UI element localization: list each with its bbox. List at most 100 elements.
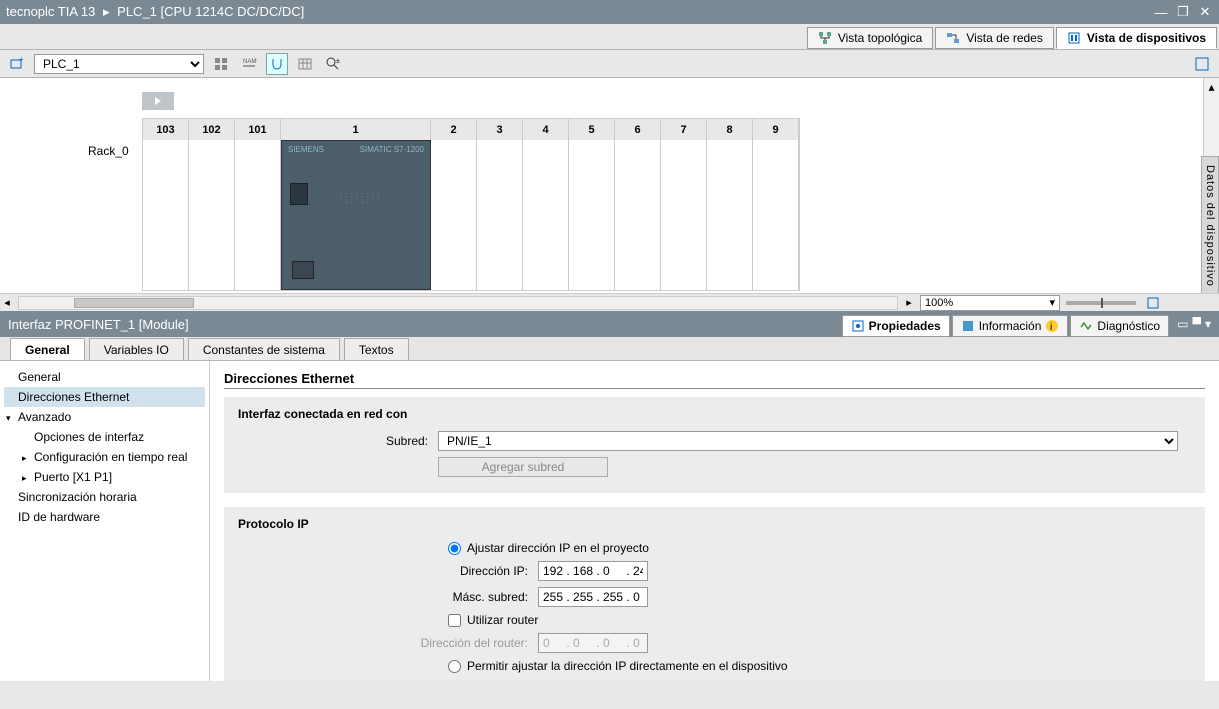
properties-header: Interfaz PROFINET_1 [Module] Propiedades…: [0, 311, 1219, 337]
subnet-mask-input[interactable]: [538, 587, 648, 607]
properties-title: Interfaz PROFINET_1 [Module]: [8, 317, 842, 332]
radio-input[interactable]: [448, 660, 461, 673]
group-title: Protocolo IP: [238, 517, 1191, 531]
topology-icon: [818, 31, 832, 45]
group-title: Interfaz conectada en red con: [238, 407, 1191, 421]
add-module-button[interactable]: +: [6, 53, 28, 75]
svg-text:+: +: [19, 56, 24, 64]
maximize-icon[interactable]: ❐: [1175, 5, 1191, 19]
ip-label: Dirección IP:: [288, 564, 538, 578]
name-icon: NAME: [241, 56, 257, 72]
subnet-select[interactable]: PN/IE_1: [438, 431, 1178, 451]
slot[interactable]: [189, 140, 235, 290]
tab-properties[interactable]: Propiedades: [842, 315, 950, 337]
slot-header: 8: [707, 119, 753, 141]
scroll-left-icon[interactable]: ◂: [0, 296, 14, 309]
tab-diagnostics[interactable]: Diagnóstico: [1070, 315, 1169, 337]
scroll-right-icon[interactable]: ▸: [902, 296, 916, 309]
zoom-slider[interactable]: [1066, 301, 1136, 305]
diagnostics-icon: [1079, 319, 1093, 333]
nav-hw-id[interactable]: ID de hardware: [4, 507, 205, 527]
cpu-brand: SIEMENS: [288, 145, 324, 161]
slot[interactable]: [143, 140, 189, 290]
slot-header: 3: [477, 119, 523, 141]
view-tab-bar: Vista topológica Vista de redes Vista de…: [0, 24, 1219, 50]
minimize-icon[interactable]: —: [1153, 5, 1169, 19]
subnet-label: Subred:: [238, 434, 438, 448]
panel-min-icon[interactable]: ▭: [1177, 317, 1188, 331]
horizontal-scrollbar[interactable]: [18, 296, 898, 310]
side-tab-device-data[interactable]: Datos del dispositivo: [1201, 156, 1219, 293]
panel-max-icon[interactable]: ▀: [1192, 317, 1201, 331]
nav-rt-config[interactable]: Configuración en tiempo real: [20, 447, 205, 467]
tab-label: Vista topológica: [838, 31, 923, 45]
device-view-canvas[interactable]: 103 102 101 1 2 3 4 5 6 7 8 9 Rack_0 SIE…: [0, 78, 1219, 293]
add-subnet-button[interactable]: Agregar subred: [438, 457, 608, 477]
table-icon: [297, 56, 313, 72]
ethernet-port-icon[interactable]: [292, 261, 314, 279]
radio-label: Ajustar dirección IP en el proyecto: [467, 541, 649, 555]
slot[interactable]: [431, 140, 477, 290]
nav-time-sync[interactable]: Sincronización horaria: [4, 487, 205, 507]
radio-input[interactable]: [448, 542, 461, 555]
tab-network[interactable]: Vista de redes: [935, 27, 1054, 49]
slot[interactable]: [523, 140, 569, 290]
rack-expand-button[interactable]: [142, 92, 174, 110]
group-subnet: Interfaz conectada en red con Subred: PN…: [224, 397, 1205, 493]
table-button[interactable]: [294, 53, 316, 75]
section-title: Direcciones Ethernet: [224, 371, 1205, 389]
cpu-display: [290, 183, 308, 205]
tab-device-view[interactable]: Vista de dispositivos: [1056, 27, 1217, 49]
panel-dock-icon[interactable]: ▾: [1205, 317, 1211, 331]
toggle-view-button[interactable]: [210, 53, 232, 75]
subtab-io-vars[interactable]: Variables IO: [89, 338, 184, 360]
properties-nav-tree: General Direcciones Ethernet Avanzado Op…: [0, 361, 210, 681]
checkbox-input[interactable]: [448, 614, 461, 627]
slot-header: 6: [615, 119, 661, 141]
subtab-texts[interactable]: Textos: [344, 338, 409, 360]
router-label: Dirección del router:: [288, 636, 538, 650]
nav-ethernet[interactable]: Direcciones Ethernet: [4, 387, 205, 407]
device-status-bar: ◂ ▸ 100%▾: [0, 293, 1219, 311]
nav-port[interactable]: Puerto [X1 P1]: [20, 467, 205, 487]
slot[interactable]: [235, 140, 281, 290]
slot-header: 103: [143, 119, 189, 141]
nav-iface-opts[interactable]: Opciones de interfaz: [20, 427, 205, 447]
nav-advanced[interactable]: Avanzado: [4, 407, 205, 427]
project-name: tecnoplc TIA 13: [6, 4, 95, 19]
nav-general[interactable]: General: [4, 367, 205, 387]
tab-label: Información: [979, 319, 1042, 333]
tab-label: Diagnóstico: [1097, 319, 1160, 333]
scroll-up-icon[interactable]: ▴: [1208, 80, 1214, 94]
expand-icon: [1194, 56, 1210, 72]
scroll-thumb[interactable]: [74, 298, 194, 308]
zoom-button[interactable]: ±: [322, 53, 344, 75]
show-names-button[interactable]: NAME: [238, 53, 260, 75]
plug-icon: [269, 56, 285, 72]
cpu-module[interactable]: SIEMENS SIMATIC S7-1200 : : : : : : : ::…: [281, 140, 431, 290]
cpu-header: SIEMENS SIMATIC S7-1200: [282, 141, 430, 165]
warning-icon: i: [1045, 319, 1059, 333]
radio-ip-in-project[interactable]: Ajustar dirección IP en el proyecto: [448, 541, 1191, 555]
slot[interactable]: [569, 140, 615, 290]
device-selector[interactable]: PLC_1: [34, 54, 204, 74]
device-icon: [1067, 31, 1081, 45]
radio-ip-on-device[interactable]: Permitir ajustar la dirección IP directa…: [448, 659, 1191, 673]
slot[interactable]: [707, 140, 753, 290]
slot[interactable]: [661, 140, 707, 290]
connections-button[interactable]: [266, 53, 288, 75]
subtab-general[interactable]: General: [10, 338, 85, 360]
expand-button[interactable]: [1191, 53, 1213, 75]
properties-icon: [851, 319, 865, 333]
tab-topology[interactable]: Vista topológica: [807, 27, 934, 49]
slot[interactable]: [477, 140, 523, 290]
ip-address-input[interactable]: [538, 561, 648, 581]
tab-label: Vista de redes: [966, 31, 1043, 45]
use-router-checkbox[interactable]: Utilizar router: [448, 613, 1191, 627]
slot[interactable]: [615, 140, 661, 290]
tab-info[interactable]: Información i: [952, 315, 1069, 337]
close-icon[interactable]: ✕: [1197, 5, 1213, 19]
subtab-system-consts[interactable]: Constantes de sistema: [188, 338, 340, 360]
zoom-select[interactable]: 100%▾: [920, 295, 1060, 311]
slot[interactable]: [753, 140, 799, 290]
